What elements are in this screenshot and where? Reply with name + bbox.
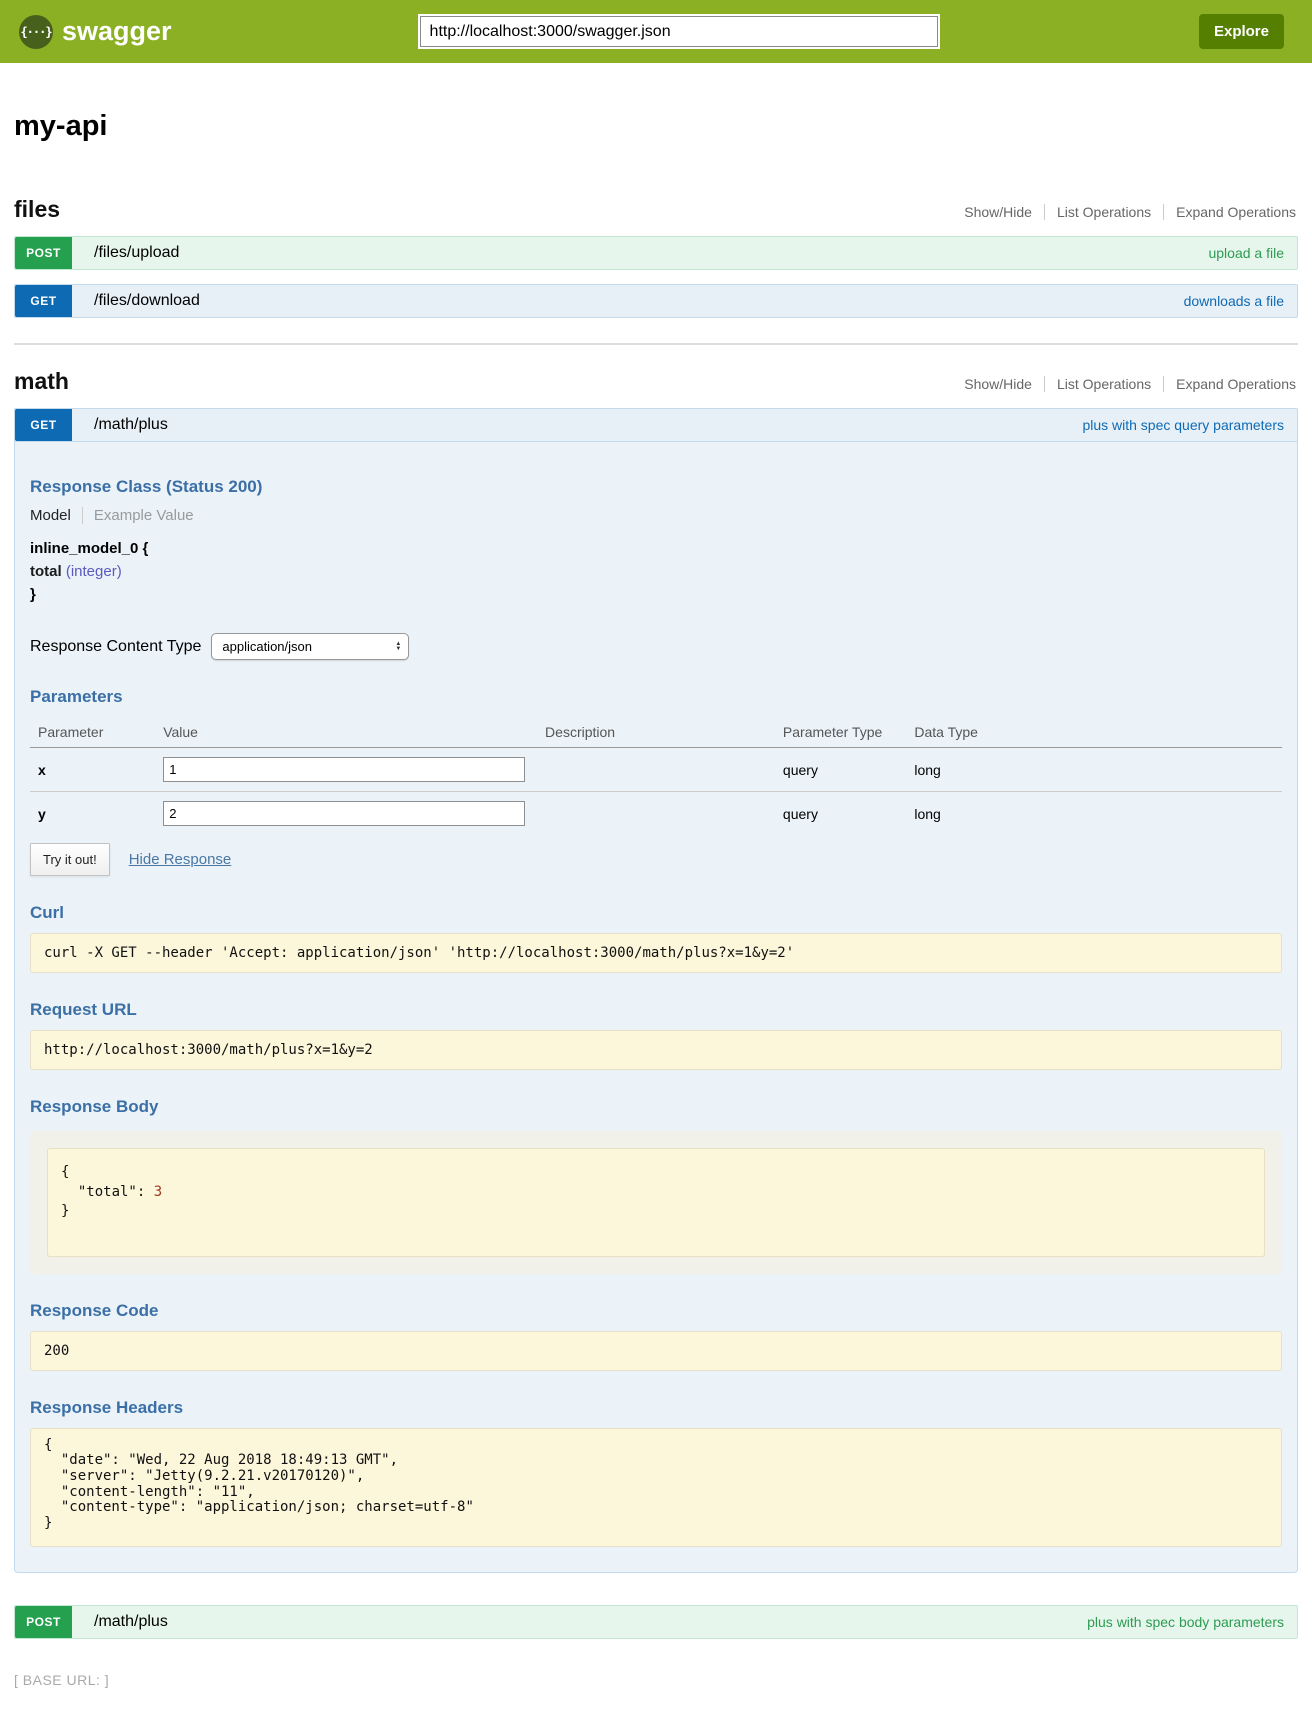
- method-badge-post: POST: [15, 1606, 72, 1638]
- operation-detail-panel: Response Class (Status 200) Model Exampl…: [14, 442, 1298, 1573]
- method-badge-post: POST: [15, 237, 72, 269]
- model-tabs: Model Example Value: [30, 507, 1282, 524]
- parameter-type: query: [775, 748, 906, 792]
- response-body-container: { "total": 3 }: [30, 1131, 1282, 1274]
- parameter-description: [537, 748, 775, 792]
- operation-row-get-math-plus[interactable]: GET /math/plus plus with spec query para…: [14, 408, 1298, 442]
- operation-row-post-files-upload[interactable]: POST /files/upload upload a file: [14, 236, 1298, 270]
- parameter-row-y: y query long: [30, 792, 1282, 836]
- spec-url-input[interactable]: [420, 16, 938, 47]
- resource-options-files: Show/Hide List Operations Expand Operati…: [952, 204, 1298, 223]
- list-operations-link[interactable]: List Operations: [1044, 376, 1163, 392]
- model-property-line: total (integer): [30, 563, 1282, 580]
- parameter-data-type: long: [906, 792, 1282, 836]
- operation-path[interactable]: /math/plus: [94, 1613, 168, 1631]
- col-header-value: Value: [155, 717, 537, 748]
- operation-summary-link[interactable]: plus with spec query parameters: [1082, 417, 1284, 433]
- parameters-table: Parameter Value Description Parameter Ty…: [30, 717, 1282, 835]
- show-hide-link[interactable]: Show/Hide: [952, 376, 1044, 392]
- json-text: }: [61, 1203, 69, 1219]
- method-badge-get: GET: [15, 409, 72, 441]
- resource-name-files[interactable]: files: [14, 196, 60, 223]
- swagger-logo-text: swagger: [62, 16, 172, 47]
- response-headers-block: { "date": "Wed, 22 Aug 2018 18:49:13 GMT…: [30, 1428, 1282, 1547]
- model-property-name: total: [30, 563, 62, 580]
- tab-model[interactable]: Model: [30, 507, 82, 524]
- parameters-heading: Parameters: [30, 687, 1282, 707]
- select-arrows-icon: ▲ ▼: [395, 642, 401, 652]
- resource-name-math[interactable]: math: [14, 368, 69, 395]
- request-url-heading: Request URL: [30, 1000, 1282, 1020]
- method-badge-get: GET: [15, 285, 72, 317]
- operation-path[interactable]: /files/upload: [94, 244, 179, 262]
- col-header-data-type: Data Type: [906, 717, 1282, 748]
- header-bar: {···} swagger Explore: [0, 0, 1312, 63]
- col-header-description: Description: [537, 717, 775, 748]
- operation-row-get-files-download[interactable]: GET /files/download downloads a file: [14, 284, 1298, 318]
- response-body-heading: Response Body: [30, 1097, 1282, 1117]
- show-hide-link[interactable]: Show/Hide: [952, 204, 1044, 220]
- response-content-type-row: Response Content Type application/json ▲…: [30, 633, 1282, 660]
- parameter-type: query: [775, 792, 906, 836]
- expand-operations-link[interactable]: Expand Operations: [1163, 376, 1298, 392]
- request-url-block: http://localhost:3000/math/plus?x=1&y=2: [30, 1030, 1282, 1070]
- parameters-header-row: Parameter Value Description Parameter Ty…: [30, 717, 1282, 748]
- response-code-heading: Response Code: [30, 1301, 1282, 1321]
- col-header-parameter-type: Parameter Type: [775, 717, 906, 748]
- parameter-x-input[interactable]: [163, 757, 525, 782]
- expand-operations-link[interactable]: Expand Operations: [1163, 204, 1298, 220]
- resource-options-math: Show/Hide List Operations Expand Operati…: [952, 376, 1298, 395]
- list-operations-link[interactable]: List Operations: [1044, 204, 1163, 220]
- col-header-parameter: Parameter: [30, 717, 155, 748]
- curl-command-block: curl -X GET --header 'Accept: applicatio…: [30, 933, 1282, 973]
- explore-button[interactable]: Explore: [1199, 14, 1284, 49]
- parameter-name: x: [30, 748, 155, 792]
- try-it-out-row: Try it out! Hide Response: [30, 843, 1282, 876]
- model-close-line: }: [30, 586, 1282, 603]
- operation-summary-link[interactable]: plus with spec body parameters: [1087, 1614, 1284, 1630]
- response-class-heading: Response Class (Status 200): [30, 477, 1282, 497]
- try-it-out-button[interactable]: Try it out!: [30, 843, 110, 876]
- parameter-y-input[interactable]: [163, 801, 525, 826]
- resource-heading-math: math Show/Hide List Operations Expand Op…: [14, 368, 1298, 395]
- swagger-brace-icon: {···}: [19, 15, 53, 49]
- response-code-block: 200: [30, 1331, 1282, 1371]
- curl-heading: Curl: [30, 903, 1282, 923]
- hide-response-link[interactable]: Hide Response: [129, 851, 232, 868]
- json-number-value: 3: [154, 1184, 162, 1200]
- model-signature: inline_model_0 { total (integer) }: [30, 540, 1282, 603]
- parameter-row-x: x query long: [30, 748, 1282, 792]
- operation-summary-link[interactable]: upload a file: [1208, 245, 1284, 261]
- operation-row-post-math-plus[interactable]: POST /math/plus plus with spec body para…: [14, 1605, 1298, 1639]
- json-text: { "total":: [61, 1164, 154, 1200]
- operation-path[interactable]: /math/plus: [94, 416, 168, 434]
- tab-example-value[interactable]: Example Value: [82, 507, 194, 524]
- parameter-data-type: long: [906, 748, 1282, 792]
- resource-heading-files: files Show/Hide List Operations Expand O…: [14, 196, 1298, 223]
- section-divider: [14, 343, 1298, 345]
- base-url-label: [ BASE URL: ]: [0, 1672, 1312, 1718]
- parameter-name: y: [30, 792, 155, 836]
- model-open-line: inline_model_0 {: [30, 540, 1282, 557]
- response-body-block: { "total": 3 }: [47, 1148, 1265, 1257]
- model-property-type: (integer): [66, 563, 122, 580]
- operation-summary-link[interactable]: downloads a file: [1184, 293, 1284, 309]
- response-headers-heading: Response Headers: [30, 1398, 1282, 1418]
- response-content-type-label: Response Content Type: [30, 638, 201, 656]
- content-type-select[interactable]: application/json ▲ ▼: [211, 633, 409, 660]
- content-type-selected-value: application/json: [222, 639, 312, 654]
- parameter-description: [537, 792, 775, 836]
- swagger-logo: {···} swagger: [19, 15, 172, 49]
- page-title: my-api: [14, 110, 1298, 143]
- operation-path[interactable]: /files/download: [94, 292, 200, 310]
